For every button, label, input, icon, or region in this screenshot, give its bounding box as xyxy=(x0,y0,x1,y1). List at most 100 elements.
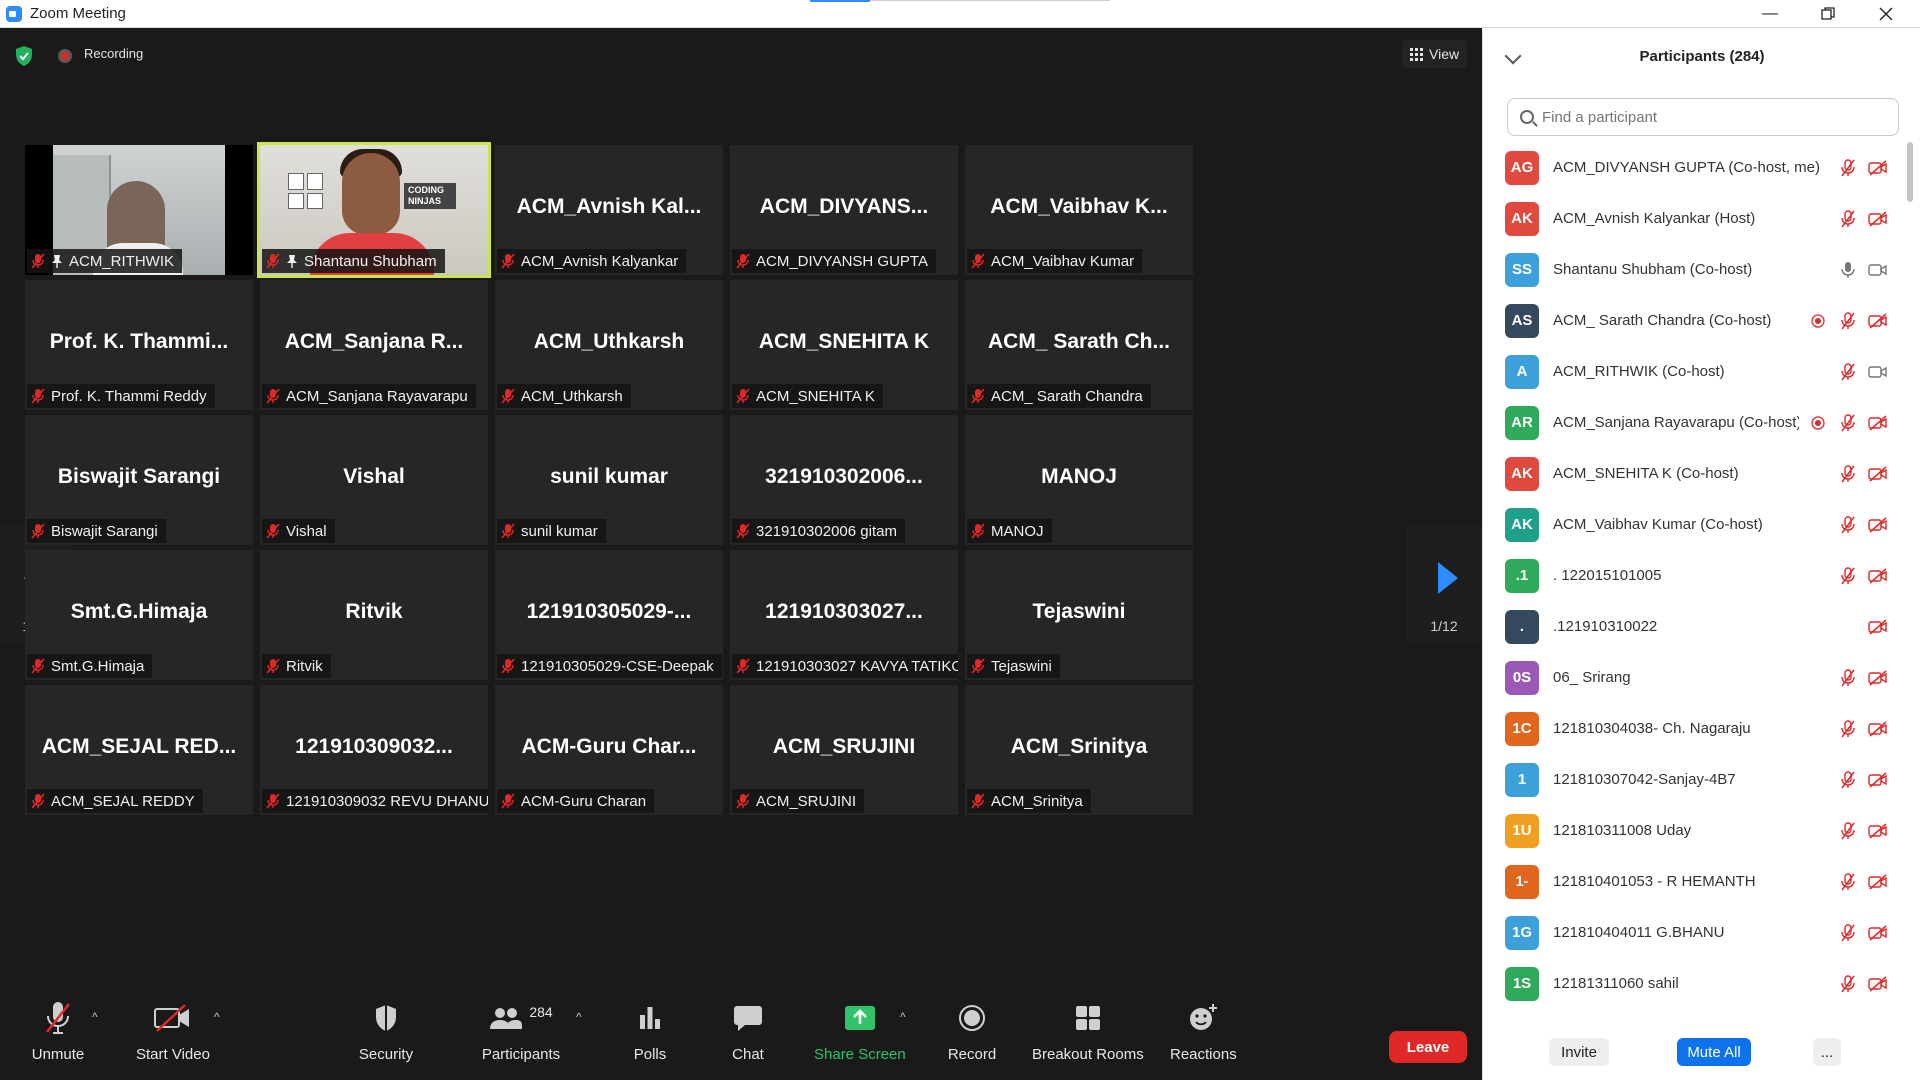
mic-muted-icon xyxy=(31,523,45,539)
video-off-icon xyxy=(1867,668,1889,688)
video-tile[interactable]: ACM_Uthkarsh ACM_Uthkarsh xyxy=(495,280,723,410)
video-tile[interactable]: Smt.G.Himaja Smt.G.Himaja xyxy=(25,550,253,680)
participant-row[interactable]: 1C 121810304038- Ch. Nagaraju xyxy=(1483,703,1903,754)
video-tile[interactable]: ACM_Avnish Kal... ACM_Avnish Kalyankar xyxy=(495,145,723,275)
video-tile[interactable]: ACM_Srinitya ACM_Srinitya xyxy=(965,685,1193,815)
zoom-app-icon xyxy=(6,5,22,22)
participant-row[interactable]: AG ACM_DIVYANSH GUPTA (Co-host, me) xyxy=(1483,142,1903,193)
video-tile[interactable]: ACM_SEJAL RED... ACM_SEJAL REDDY xyxy=(25,685,253,815)
mic-muted-icon[interactable] xyxy=(1837,974,1859,994)
more-options-button[interactable]: ... xyxy=(1813,1038,1841,1066)
participant-name: .121910310022 xyxy=(1553,618,1658,635)
participants-footer: Invite Mute All ... xyxy=(1483,1028,1920,1080)
participant-row[interactable]: 1G 121810404011 G.BHANU xyxy=(1483,907,1903,958)
reactions-button[interactable]: Reactions xyxy=(1170,990,1237,1070)
mic-muted-icon[interactable] xyxy=(1837,719,1859,739)
participant-row[interactable]: AS ACM_ Sarath Chandra (Co-host) xyxy=(1483,295,1903,346)
mic-muted-icon[interactable] xyxy=(1837,668,1859,688)
participant-row[interactable]: .1 . 122015101005 xyxy=(1483,550,1903,601)
view-button[interactable]: View xyxy=(1402,40,1468,68)
mic-muted-icon[interactable] xyxy=(1837,413,1859,433)
participant-row[interactable]: 1S 12181311060 sahil xyxy=(1483,958,1903,1009)
invite-button[interactable]: Invite xyxy=(1549,1038,1609,1066)
participants-button[interactable]: 284 Participants xyxy=(476,990,566,1070)
participants-options-caret[interactable]: ^ xyxy=(576,1010,582,1024)
security-button[interactable]: Security xyxy=(356,990,416,1070)
recording-icon xyxy=(1807,413,1829,433)
participant-row[interactable]: A ACM_RITHWIK (Co-host) xyxy=(1483,346,1903,397)
participant-row[interactable]: AK ACM_Avnish Kalyankar (Host) xyxy=(1483,193,1903,244)
breakout-rooms-button[interactable]: Breakout Rooms xyxy=(1032,990,1144,1070)
mic-muted-icon[interactable] xyxy=(1837,362,1859,382)
tile-name: ACM_Sanjana Rayavarapu xyxy=(286,387,468,405)
leave-button[interactable]: Leave xyxy=(1389,1031,1467,1063)
encryption-shield-icon[interactable] xyxy=(14,45,34,67)
participant-search[interactable] xyxy=(1507,98,1899,136)
mic-muted-icon[interactable] xyxy=(1837,515,1859,535)
video-tile[interactable]: MANOJ MANOJ xyxy=(965,415,1193,545)
video-tile[interactable]: ACM_Vaibhav K... ACM_Vaibhav Kumar xyxy=(965,145,1193,275)
share-screen-button[interactable]: Share Screen xyxy=(814,990,906,1070)
participant-row[interactable]: 0S 06_ Srirang xyxy=(1483,652,1903,703)
participant-row[interactable]: . .121910310022 xyxy=(1483,601,1903,652)
audio-options-caret[interactable]: ^ xyxy=(92,1010,98,1024)
participant-row[interactable]: 1- 121810401053 - R HEMANTH xyxy=(1483,856,1903,907)
video-tile[interactable]: ACM_SNEHITA K ACM_SNEHITA K xyxy=(730,280,958,410)
video-tile[interactable]: 121910303027... 121910303027 KAVYA TATIKO… xyxy=(730,550,958,680)
minimize-button[interactable]: — xyxy=(1742,0,1798,28)
video-tile[interactable]: CODING NINJAS Shantanu Shubham xyxy=(257,142,491,278)
start-video-button[interactable]: Start Video xyxy=(136,990,210,1070)
video-tile[interactable]: Ritvik Ritvik xyxy=(260,550,488,680)
video-tile[interactable]: ACM_SRUJINI ACM_SRUJINI xyxy=(730,685,958,815)
participants-scrollbar[interactable] xyxy=(1907,142,1913,202)
mic-muted-icon xyxy=(31,658,45,674)
record-icon xyxy=(942,998,1002,1038)
mic-muted-icon[interactable] xyxy=(1837,923,1859,943)
mic-muted-icon[interactable] xyxy=(1837,821,1859,841)
video-tile[interactable]: Prof. K. Thammi... Prof. K. Thammi Reddy xyxy=(25,280,253,410)
video-tile[interactable]: ACM_Sanjana R... ACM_Sanjana Rayavarapu xyxy=(260,280,488,410)
video-tile[interactable]: Vishal Vishal xyxy=(260,415,488,545)
share-screen-icon xyxy=(815,998,905,1038)
mic-icon[interactable] xyxy=(1837,260,1859,280)
participant-row[interactable]: AK ACM_Vaibhav Kumar (Co-host) xyxy=(1483,499,1903,550)
tile-display-name: ACM_SNEHITA K xyxy=(758,330,930,353)
mic-muted-icon[interactable] xyxy=(1837,311,1859,331)
video-options-caret[interactable]: ^ xyxy=(214,1010,220,1024)
record-button[interactable]: Record xyxy=(942,990,1002,1070)
participant-row[interactable]: 1 121810307042-Sanjay-4B7 xyxy=(1483,754,1903,805)
mic-muted-icon[interactable] xyxy=(1837,872,1859,892)
participant-search-input[interactable] xyxy=(1542,108,1882,126)
mic-muted-icon[interactable] xyxy=(1837,158,1859,178)
video-tile[interactable]: 121910305029-... 121910305029-CSE-Deepak xyxy=(495,550,723,680)
meeting-topbar: Recording View xyxy=(0,28,1482,78)
participant-row[interactable]: 1U 121810311008 Uday xyxy=(1483,805,1903,856)
avatar: A xyxy=(1505,354,1539,389)
tile-display-name: MANOJ xyxy=(1041,465,1117,488)
restore-button[interactable] xyxy=(1800,0,1856,28)
video-tile[interactable]: 321910302006... 321910302006 gitam xyxy=(730,415,958,545)
mic-muted-icon[interactable] xyxy=(1837,209,1859,229)
participants-panel: Participants (284) AG ACM_DIVYANSH GUPTA … xyxy=(1482,28,1920,1080)
avatar: 1- xyxy=(1505,864,1539,899)
unmute-button[interactable]: Unmute xyxy=(28,990,88,1070)
video-tile[interactable]: Biswajit Sarangi Biswajit Sarangi xyxy=(25,415,253,545)
share-options-caret[interactable]: ^ xyxy=(900,1010,906,1024)
chat-button[interactable]: Chat xyxy=(718,990,778,1070)
video-tile[interactable]: Tejaswini Tejaswini xyxy=(965,550,1193,680)
participant-row[interactable]: AK ACM_SNEHITA K (Co-host) xyxy=(1483,448,1903,499)
video-tile[interactable]: ACM_RITHWIK xyxy=(25,145,253,275)
mic-muted-icon[interactable] xyxy=(1837,464,1859,484)
video-tile[interactable]: sunil kumar sunil kumar xyxy=(495,415,723,545)
video-tile[interactable]: ACM_ Sarath Ch... ACM_ Sarath Chandra xyxy=(965,280,1193,410)
video-tile[interactable]: ACM_DIVYANS... ACM_DIVYANSH GUPTA xyxy=(730,145,958,275)
polls-button[interactable]: Polls xyxy=(620,990,680,1070)
participant-row[interactable]: SS Shantanu Shubham (Co-host) xyxy=(1483,244,1903,295)
video-tile[interactable]: 121910309032... 121910309032 REVU DHANUSH xyxy=(260,685,488,815)
mute-all-button[interactable]: Mute All xyxy=(1677,1038,1751,1066)
participant-row[interactable]: AR ACM_Sanjana Rayavarapu (Co-host) xyxy=(1483,397,1903,448)
mic-muted-icon[interactable] xyxy=(1837,566,1859,586)
video-tile[interactable]: ACM-Guru Char... ACM-Guru Charan xyxy=(495,685,723,815)
close-button[interactable] xyxy=(1858,0,1914,28)
mic-muted-icon[interactable] xyxy=(1837,770,1859,790)
